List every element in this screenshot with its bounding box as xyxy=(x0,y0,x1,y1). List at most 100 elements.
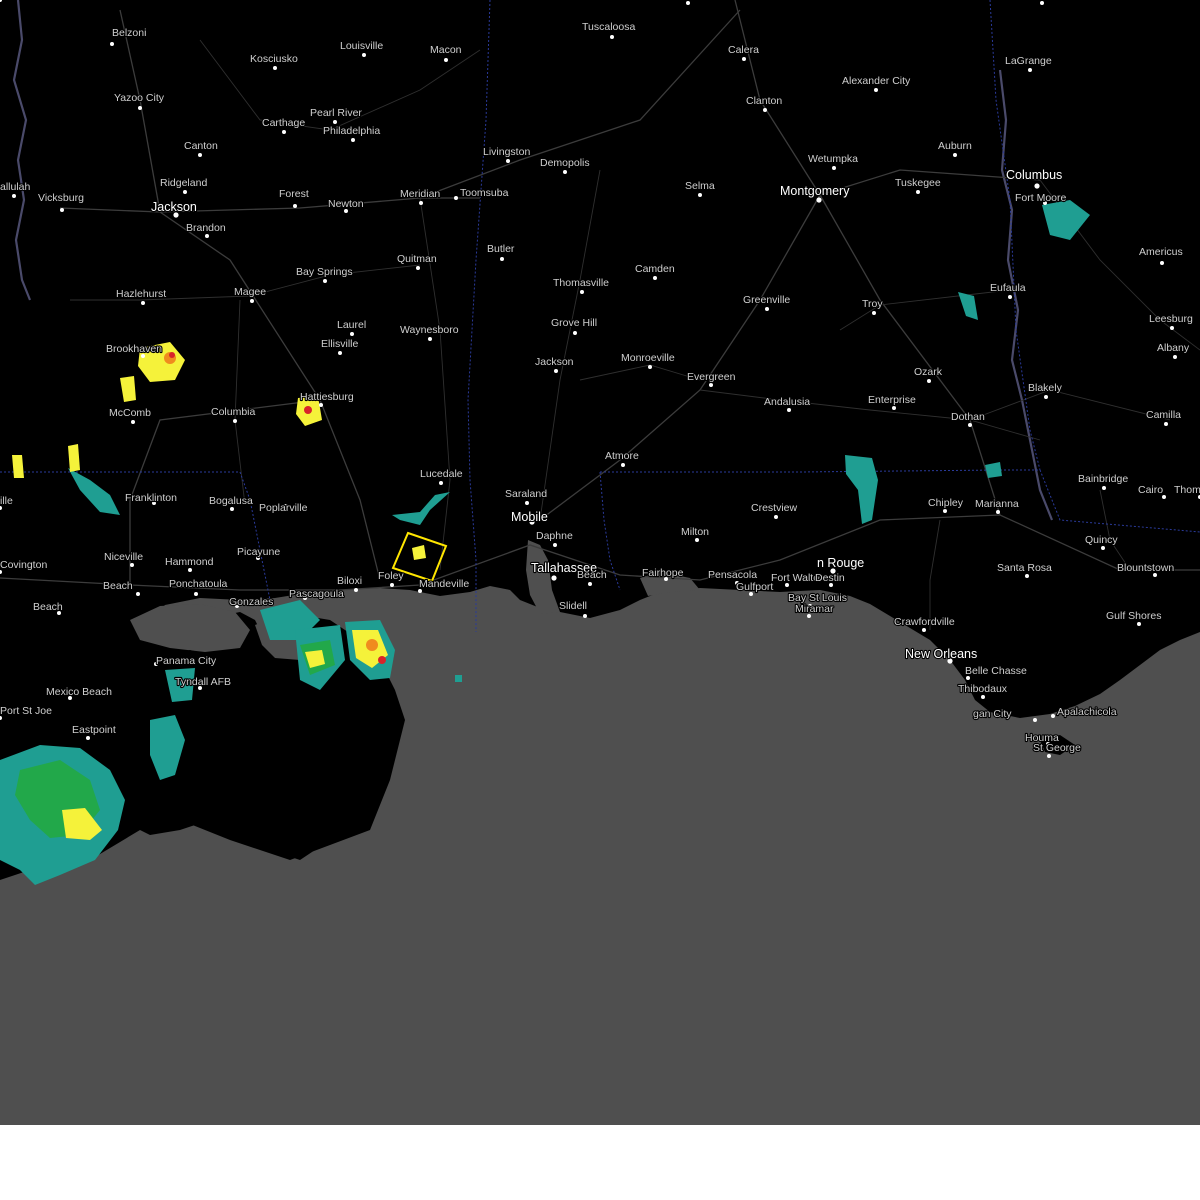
city-dot xyxy=(816,197,822,203)
city-label: Newnan xyxy=(1050,0,1089,2)
radar-cell xyxy=(412,545,426,560)
city-label: gan City xyxy=(973,708,1012,720)
city-label: Eufaula xyxy=(990,282,1026,294)
city-label: Monroeville xyxy=(621,352,675,364)
city-label: Philadelphia xyxy=(323,125,380,137)
city-label: Albany xyxy=(1157,342,1190,354)
chattahoochee-river xyxy=(998,69,1054,521)
city-label: allulah xyxy=(0,181,31,193)
city-dot xyxy=(138,106,142,110)
city-label: Enterprise xyxy=(868,394,916,406)
city-label: Bessemer xyxy=(663,0,711,2)
city-label: Columbia xyxy=(211,406,256,418)
city-label: Leesburg xyxy=(1149,313,1193,325)
city-dot xyxy=(695,538,699,542)
city-dot xyxy=(230,507,234,511)
city-dot xyxy=(653,276,657,280)
city-marker: Covington xyxy=(0,558,49,574)
city-marker: Albany xyxy=(1156,341,1191,359)
radar-cell xyxy=(169,352,175,358)
map-canvas[interactable]: Bessemer Newnan Belzoni Louisville Macon Tusc… xyxy=(0,0,1200,1125)
city-marker: Calera xyxy=(727,43,760,61)
city-marker: Louisville xyxy=(339,39,384,57)
city-marker: Daphne xyxy=(535,529,574,547)
city-dot xyxy=(183,190,187,194)
city-label: Eastpoint xyxy=(72,724,116,736)
city-marker: Foley xyxy=(377,569,406,587)
city-label: Yazoo City xyxy=(114,92,165,104)
city-marker: Newnan xyxy=(1040,0,1090,5)
city-marker: Bay Springs xyxy=(295,265,354,283)
city-label: Franklinton xyxy=(125,492,177,504)
city-marker: Saraland xyxy=(504,487,548,505)
city-dot xyxy=(787,408,791,412)
city-marker: Bogalusa xyxy=(208,494,254,511)
city-label: ille xyxy=(0,495,13,507)
city-label: Carthage xyxy=(262,117,305,129)
city-label: Santa Rosa xyxy=(997,562,1052,574)
city-label: Hazlehurst xyxy=(116,288,166,300)
city-label: Saraland xyxy=(505,488,547,500)
radar-map[interactable]: Bessemer Newnan Belzoni Louisville Macon Tusc… xyxy=(0,0,1200,1125)
city-dot xyxy=(554,369,558,373)
city-marker: Toomsuba xyxy=(454,186,510,200)
city-dot xyxy=(551,575,557,581)
city-marker: allulah xyxy=(0,180,32,198)
city-dot xyxy=(0,0,2,2)
city-marker: Canton xyxy=(183,139,219,157)
city-dot xyxy=(250,299,254,303)
city-label: Slidell xyxy=(559,600,587,612)
city-marker: Cairo xyxy=(1137,483,1166,499)
city-label: Picayune xyxy=(237,546,280,558)
city-label: Calera xyxy=(728,44,759,56)
city-dot xyxy=(892,406,896,410)
city-dot xyxy=(110,42,114,46)
city-dot xyxy=(506,159,510,163)
city-label: Ponchatoula xyxy=(169,578,228,590)
city-marker: Auburn xyxy=(937,139,973,157)
radar-cell xyxy=(958,292,978,320)
city-marker: Panama City xyxy=(154,654,218,668)
city-dot xyxy=(1164,422,1168,426)
city-dot xyxy=(419,201,423,205)
city-label: Columbus xyxy=(1006,168,1062,182)
city-label: Magee xyxy=(234,286,266,298)
city-dot xyxy=(130,563,134,567)
city-marker: Mobile xyxy=(510,509,549,525)
city-label: Poplarville xyxy=(259,502,308,514)
city-label: Quincy xyxy=(1085,534,1118,546)
city-marker: Destin xyxy=(814,571,846,587)
city-label: Apalachicola xyxy=(1057,706,1117,718)
city-label: Miramar xyxy=(795,603,834,615)
city-marker: Bainbridge xyxy=(1077,472,1129,490)
city-dot xyxy=(86,736,90,740)
city-label: Gulf Shores xyxy=(1106,610,1161,622)
city-label: Hattiesburg xyxy=(300,391,354,403)
radar-cell xyxy=(68,444,80,472)
city-dot xyxy=(428,337,432,341)
city-label: Montgomery xyxy=(780,184,850,198)
city-marker: Belzoni xyxy=(110,26,148,46)
radar-cell xyxy=(1042,200,1090,240)
city-marker: Fairhope xyxy=(641,566,685,581)
city-dot xyxy=(943,509,947,513)
city-dot xyxy=(872,311,876,315)
city-label: Macon xyxy=(430,44,462,56)
city-dot xyxy=(205,234,209,238)
city-label: Covington xyxy=(0,559,47,571)
city-dot xyxy=(273,66,277,70)
city-marker: Evergreen xyxy=(686,370,737,387)
city-dot xyxy=(563,170,567,174)
radar-cell xyxy=(845,455,878,524)
city-dot xyxy=(874,88,878,92)
city-dot xyxy=(454,196,458,200)
city-label: Cairo xyxy=(1138,484,1163,496)
mississippi-river xyxy=(12,0,32,301)
radar-cell xyxy=(455,675,462,682)
city-dot xyxy=(350,332,354,336)
city-marker: Dothan xyxy=(950,410,986,427)
city-marker: Franklinton xyxy=(124,491,178,505)
city-marker: Picayune xyxy=(236,545,281,560)
city-marker: Pascagoula xyxy=(288,587,345,601)
city-marker: Marianna xyxy=(974,497,1020,514)
